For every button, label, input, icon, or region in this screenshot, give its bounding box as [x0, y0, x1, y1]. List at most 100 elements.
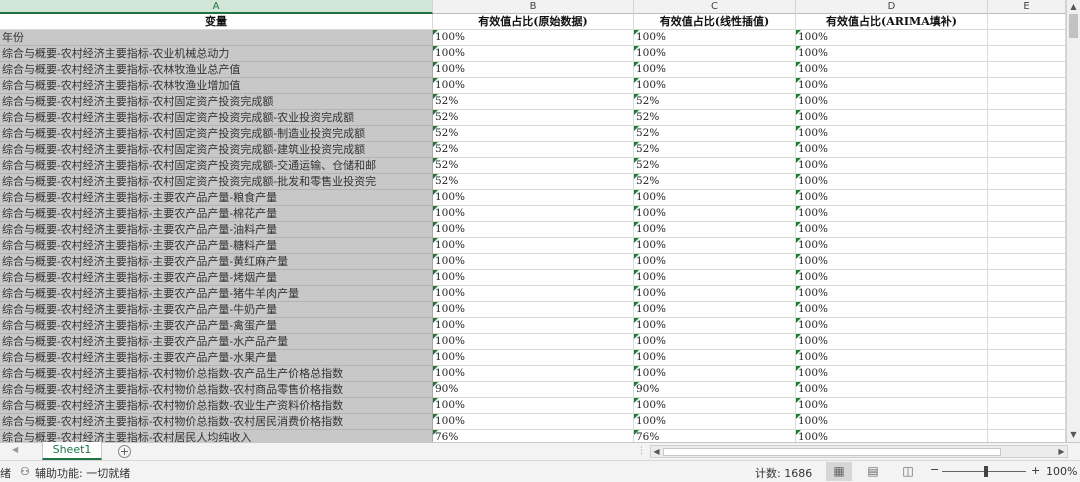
value-cell[interactable]: 100% [634, 350, 796, 366]
value-cell[interactable]: 100% [796, 286, 988, 302]
zoom-in-button[interactable]: + [1031, 464, 1040, 477]
header-cell[interactable]: 有效值占比(线性插值) [634, 14, 796, 30]
variable-cell[interactable]: 综合与概要-农村经济主要指标-农村居民人均纯收入 [0, 430, 433, 442]
value-cell[interactable]: 100% [433, 30, 634, 46]
value-cell[interactable]: 100% [796, 350, 988, 366]
value-cell[interactable]: 100% [433, 238, 634, 254]
value-cell[interactable]: 100% [634, 46, 796, 62]
value-cell[interactable]: 52% [634, 142, 796, 158]
column-header-a[interactable]: A [0, 0, 433, 14]
tab-sheet1[interactable]: Sheet1 [42, 442, 102, 460]
value-cell[interactable]: 100% [796, 302, 988, 318]
variable-cell[interactable]: 综合与概要-农村经济主要指标-农村固定资产投资完成额-农业投资完成额 [0, 110, 433, 126]
value-cell[interactable]: 100% [634, 286, 796, 302]
value-cell[interactable]: 100% [634, 62, 796, 78]
scroll-split-handle-icon[interactable]: ⋮ [637, 446, 646, 456]
value-cell[interactable]: 100% [796, 46, 988, 62]
value-cell[interactable]: 100% [796, 78, 988, 94]
value-cell[interactable] [988, 414, 1066, 430]
variable-cell[interactable]: 综合与概要-农村经济主要指标-农村固定资产投资完成额-制造业投资完成额 [0, 126, 433, 142]
value-cell[interactable]: 100% [433, 302, 634, 318]
value-cell[interactable]: 100% [796, 366, 988, 382]
variable-cell[interactable]: 综合与概要-农村经济主要指标-农村物价总指数-农产品生产价格总指数 [0, 366, 433, 382]
variable-cell[interactable]: 综合与概要-农村经济主要指标-主要农产品产量-猪牛羊肉产量 [0, 286, 433, 302]
variable-cell[interactable]: 综合与概要-农村经济主要指标-主要农产品产量-烤烟产量 [0, 270, 433, 286]
value-cell[interactable] [988, 94, 1066, 110]
value-cell[interactable]: 100% [796, 382, 988, 398]
zoom-slider-thumb[interactable] [984, 466, 988, 477]
value-cell[interactable]: 100% [634, 398, 796, 414]
variable-cell[interactable]: 综合与概要-农村经济主要指标-主要农产品产量-水果产量 [0, 350, 433, 366]
variable-cell[interactable]: 综合与概要-农村经济主要指标-主要农产品产量-牛奶产量 [0, 302, 433, 318]
value-cell[interactable]: 100% [796, 334, 988, 350]
header-cell[interactable]: 变量 [0, 14, 433, 30]
value-cell[interactable]: 100% [433, 334, 634, 350]
value-cell[interactable] [988, 334, 1066, 350]
accessibility-status[interactable]: 辅助功能: 一切就绪 [35, 465, 130, 481]
value-cell[interactable] [988, 158, 1066, 174]
value-cell[interactable]: 100% [634, 254, 796, 270]
value-cell[interactable]: 100% [433, 398, 634, 414]
value-cell[interactable]: 100% [796, 158, 988, 174]
header-cell[interactable]: 有效值占比(ARIMA填补) [796, 14, 988, 30]
variable-cell[interactable]: 综合与概要-农村经济主要指标-主要农产品产量-禽蛋产量 [0, 318, 433, 334]
variable-cell[interactable]: 综合与概要-农村经济主要指标-农村物价总指数-农村商品零售价格指数 [0, 382, 433, 398]
value-cell[interactable] [988, 222, 1066, 238]
value-cell[interactable]: 100% [796, 206, 988, 222]
variable-cell[interactable]: 综合与概要-农村经济主要指标-主要农产品产量-糖料产量 [0, 238, 433, 254]
page-break-preview-icon[interactable]: ◫ [895, 462, 921, 481]
value-cell[interactable]: 100% [634, 190, 796, 206]
value-cell[interactable]: 52% [634, 126, 796, 142]
value-cell[interactable] [988, 318, 1066, 334]
scroll-up-icon[interactable]: ▲ [1067, 0, 1080, 13]
value-cell[interactable] [988, 350, 1066, 366]
variable-cell[interactable]: 综合与概要-农村经济主要指标-农村固定资产投资完成额-批发和零售业投资完 [0, 174, 433, 190]
value-cell[interactable] [988, 398, 1066, 414]
column-header-c[interactable]: C [634, 0, 796, 14]
horizontal-scrollbar[interactable]: ◀ ▶ [650, 445, 1068, 458]
horizontal-scroll-thumb[interactable] [663, 448, 1001, 456]
value-cell[interactable] [988, 46, 1066, 62]
value-cell[interactable]: 52% [433, 126, 634, 142]
value-cell[interactable]: 100% [796, 398, 988, 414]
value-cell[interactable] [988, 366, 1066, 382]
value-cell[interactable]: 100% [433, 206, 634, 222]
value-cell[interactable]: 100% [433, 254, 634, 270]
value-cell[interactable]: 100% [433, 222, 634, 238]
value-cell[interactable]: 100% [634, 206, 796, 222]
zoom-level[interactable]: 100% [1046, 465, 1077, 478]
value-cell[interactable]: 90% [634, 382, 796, 398]
variable-cell[interactable]: 综合与概要-农村经济主要指标-农村固定资产投资完成额-交通运输、仓储和邮 [0, 158, 433, 174]
variable-cell[interactable]: 综合与概要-农村经济主要指标-主要农产品产量-水产品产量 [0, 334, 433, 350]
vertical-scroll-thumb[interactable] [1069, 14, 1078, 38]
value-cell[interactable] [988, 206, 1066, 222]
column-header-b[interactable]: B [433, 0, 634, 14]
value-cell[interactable]: 100% [634, 78, 796, 94]
normal-view-icon[interactable]: ▦ [826, 462, 852, 481]
value-cell[interactable] [988, 126, 1066, 142]
value-cell[interactable]: 76% [634, 430, 796, 442]
variable-cell[interactable]: 综合与概要-农村经济主要指标-农林牧渔业增加值 [0, 78, 433, 94]
value-cell[interactable]: 100% [634, 318, 796, 334]
value-cell[interactable] [988, 142, 1066, 158]
variable-cell[interactable]: 综合与概要-农村经济主要指标-主要农产品产量-黄红麻产量 [0, 254, 433, 270]
value-cell[interactable]: 52% [433, 142, 634, 158]
value-cell[interactable]: 100% [634, 414, 796, 430]
value-cell[interactable]: 100% [796, 190, 988, 206]
value-cell[interactable]: 100% [796, 254, 988, 270]
scroll-right-icon[interactable]: ▶ [1056, 446, 1067, 457]
value-cell[interactable] [988, 286, 1066, 302]
value-cell[interactable]: 100% [796, 174, 988, 190]
value-cell[interactable]: 52% [634, 174, 796, 190]
value-cell[interactable] [988, 270, 1066, 286]
scroll-down-icon[interactable]: ▼ [1067, 428, 1080, 441]
value-cell[interactable]: 100% [796, 94, 988, 110]
value-cell[interactable]: 100% [634, 238, 796, 254]
value-cell[interactable]: 52% [433, 174, 634, 190]
value-cell[interactable]: 100% [634, 302, 796, 318]
variable-cell[interactable]: 综合与概要-农村经济主要指标-农林牧渔业总产值 [0, 62, 433, 78]
value-cell[interactable] [988, 30, 1066, 46]
variable-cell[interactable]: 综合与概要-农村经济主要指标-主要农产品产量-油料产量 [0, 222, 433, 238]
value-cell[interactable] [988, 254, 1066, 270]
value-cell[interactable] [988, 238, 1066, 254]
